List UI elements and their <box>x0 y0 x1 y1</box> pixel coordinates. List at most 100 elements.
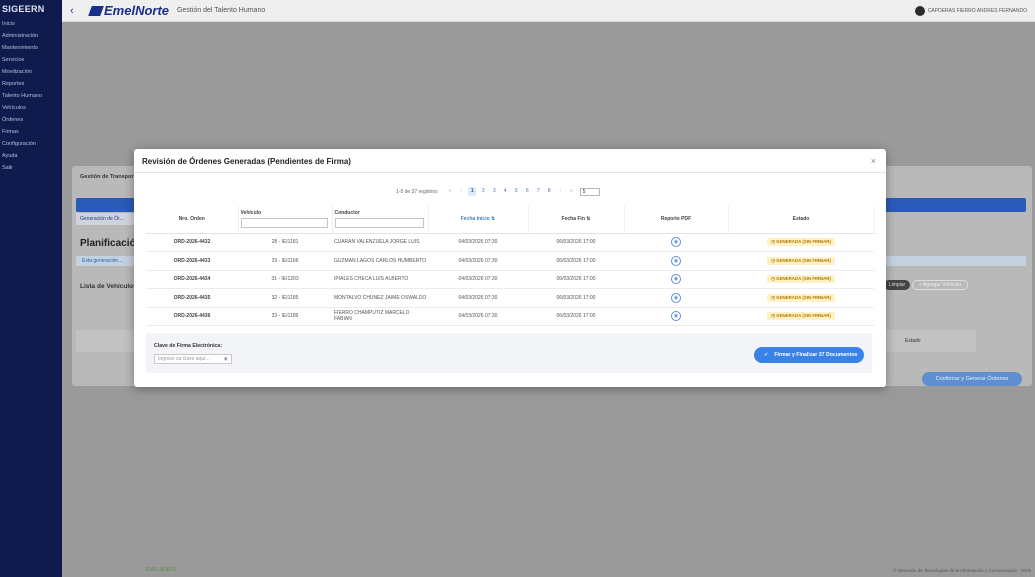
col-header-conductor: Conductor <box>332 206 429 234</box>
prev-page-icon[interactable]: ‹ <box>457 187 465 196</box>
col-header-fecha-inicio[interactable]: Fecha Inicio ⇅ <box>428 206 529 234</box>
page-button[interactable]: 2 <box>479 187 487 196</box>
status-badge: ◷ GENERADA (SIN FIRMAR) <box>767 238 835 247</box>
pdf-report-icon[interactable]: ◉ <box>671 274 681 285</box>
status-cell: ◷ GENERADA (SIN FIRMAR) <box>728 233 874 252</box>
orders-table: Nro. Orden Vehículo Conductor Fecha Inic… <box>146 206 875 326</box>
status-text: GENERADA (SIN FIRMAR) <box>776 239 831 245</box>
conductor-filter-input[interactable] <box>334 218 424 229</box>
page-button[interactable]: 6 <box>523 187 531 196</box>
user-menu[interactable]: CAPDERAS FIERRO ANDRES FERNANDO <box>914 5 1027 16</box>
sidebar-nav: Inicio Administración Mantenimiento Servici… <box>0 18 62 174</box>
next-page-icon[interactable]: › <box>556 187 564 196</box>
page-button[interactable]: 3 <box>490 187 498 196</box>
page-button[interactable]: 7 <box>534 187 542 196</box>
logo-text: EmelNorte <box>104 3 170 18</box>
page-button[interactable]: 8 <box>545 187 553 196</box>
pdf-report-icon[interactable]: ◉ <box>671 292 681 303</box>
first-page-icon[interactable]: « <box>446 187 454 196</box>
avatar <box>914 5 925 16</box>
sidebar-item[interactable]: Inicio <box>0 18 62 30</box>
status-text: GENERADA (SIN FIRMAR) <box>776 257 831 263</box>
per-page-select[interactable]: 5 <box>579 187 600 196</box>
status-text: GENERADA (SIN FIRMAR) <box>776 276 831 282</box>
sidebar-item[interactable]: Vehículos <box>0 102 62 114</box>
records-count: 1-5 de 37 registros <box>396 188 438 195</box>
close-icon[interactable]: × <box>871 156 876 166</box>
add-vehicle-button[interactable]: + Agregar Vehículo <box>912 280 968 290</box>
col-header-fecha-fin[interactable]: Fecha Fin ⇅ <box>528 206 625 234</box>
status-badge: ◷ GENERADA (SIN FIRMAR) <box>767 312 835 321</box>
page-button[interactable]: 5 <box>512 187 520 196</box>
sidebar-item[interactable]: Ayuda <box>0 150 62 162</box>
sidebar-item[interactable]: Reportes <box>0 78 62 90</box>
sign-finalize-button[interactable]: ✓ Firmar y Finalizar 37 Documentos <box>754 347 864 363</box>
pdf-cell: ◉ <box>624 288 728 308</box>
company-logo: EmelNorte <box>88 3 170 18</box>
sidebar-item[interactable]: Talento Humano <box>0 90 62 102</box>
sidebar: SIGEERN Inicio Administración Mantenimient… <box>0 0 62 577</box>
table-row: ORD-2026-4433 29 - IEI1166 GUZMAN LAGOS CA… <box>146 251 874 271</box>
logo-mark <box>88 5 104 16</box>
user-name: CAPDERAS FIERRO ANDRES FERNANDO <box>927 7 1027 14</box>
back-icon[interactable]: ‹ <box>70 5 84 17</box>
driver-cell: IPIALES CHECA LUIS ALBERTO <box>332 270 428 289</box>
pdf-report-icon[interactable]: ◉ <box>671 255 681 266</box>
start-date-cell: 04/03/2026 07:30 <box>428 233 528 252</box>
sidebar-brand: SIGEERN <box>2 4 45 14</box>
sidebar-item[interactable]: Mantenimiento <box>0 42 62 54</box>
sidebar-item[interactable]: Salir <box>0 162 62 174</box>
col-header-estado: Estado <box>728 206 875 234</box>
vehicles-list-label: Lista de Vehículos <box>80 283 137 290</box>
order-number-cell: ORD-2026-4436 <box>146 307 238 326</box>
pdf-report-icon[interactable]: ◉ <box>671 237 681 248</box>
end-date-cell: 06/03/2026 17:00 <box>528 270 624 289</box>
pdf-report-icon[interactable]: ◉ <box>671 311 681 322</box>
signature-panel: Clave de Firma Electrónica: Ingrese su c… <box>146 333 872 373</box>
end-date-cell: 06/03/2026 17:00 <box>528 251 624 271</box>
status-text: GENERADA (SIN FIRMAR) <box>776 313 831 319</box>
status-badge: ◷ GENERADA (SIN FIRMAR) <box>767 275 835 284</box>
tab-generation[interactable]: Generación de Ór... <box>76 213 140 225</box>
eye-icon[interactable]: ◉ <box>224 355 228 363</box>
sidebar-item[interactable]: Movilización <box>0 66 62 78</box>
app-subtitle: Gestión del Talento Humano <box>177 7 266 14</box>
modal-title: Revisión de Órdenes Generadas (Pendiente… <box>142 157 351 166</box>
sidebar-item[interactable]: Firmas <box>0 126 62 138</box>
vehicle-cell: 32 - IEI1185 <box>238 288 332 308</box>
conductor-label: Conductor <box>334 210 360 217</box>
page-title: Planificación <box>80 238 142 249</box>
review-orders-modal: Revisión de Órdenes Generadas (Pendiente… <box>134 149 886 387</box>
table-row: ORD-2026-4436 33 - IEI1189 FIERRO CHAMPUTI… <box>146 307 874 326</box>
pdf-cell: ◉ <box>624 307 728 326</box>
check-icon: ✓ <box>764 352 769 358</box>
driver-cell: CUARAN VALENZUELA JORGE LUIS <box>332 233 428 252</box>
confirm-generate-button[interactable]: Confirmar y Generar Órdenes <box>922 372 1022 386</box>
status-cell: ◷ GENERADA (SIN FIRMAR) <box>728 307 874 326</box>
start-date-cell: 04/03/2026 07:30 <box>428 307 528 326</box>
sidebar-item[interactable]: Configuración <box>0 138 62 150</box>
sidebar-item[interactable]: Servicios <box>0 54 62 66</box>
vehicle-cell: 29 - IEI1166 <box>238 251 332 271</box>
vehicle-cell: 31 - IEI1203 <box>238 270 332 289</box>
table-row: ORD-2026-4434 31 - IEI1203 IPIALES CHECA L… <box>146 270 874 289</box>
status-cell: ◷ GENERADA (SIN FIRMAR) <box>728 251 874 271</box>
vehiculo-label: Vehículo <box>240 210 262 217</box>
signature-key-input[interactable]: Ingrese su clave aquí... ◉ <box>154 354 232 364</box>
driver-cell: FIERRO CHAMPUTIZ MARCELO FABIAN <box>332 307 428 326</box>
vehiculo-filter-input[interactable] <box>240 218 328 229</box>
start-date-cell: 04/03/2026 07:30 <box>428 270 528 289</box>
sidebar-item[interactable]: Administración <box>0 30 62 42</box>
status-cell: ◷ GENERADA (SIN FIRMAR) <box>728 270 874 289</box>
order-number-cell: ORD-2026-4434 <box>146 270 238 289</box>
pdf-cell: ◉ <box>624 251 728 271</box>
table-row: ORD-2026-4435 32 - IEI1185 MONTALVO CHUNEZ… <box>146 288 874 308</box>
sidebar-item[interactable]: Órdenes <box>0 114 62 126</box>
page-button[interactable]: 1 <box>468 187 477 196</box>
breadcrumb: Gestión de Transporte <box>80 174 139 180</box>
last-page-icon[interactable]: » <box>567 187 575 196</box>
page-button[interactable]: 4 <box>501 187 509 196</box>
order-number-cell: ORD-2026-4435 <box>146 288 238 308</box>
status-badge: ◷ GENERADA (SIN FIRMAR) <box>767 256 835 265</box>
clear-button[interactable]: Limpiar <box>884 280 910 290</box>
